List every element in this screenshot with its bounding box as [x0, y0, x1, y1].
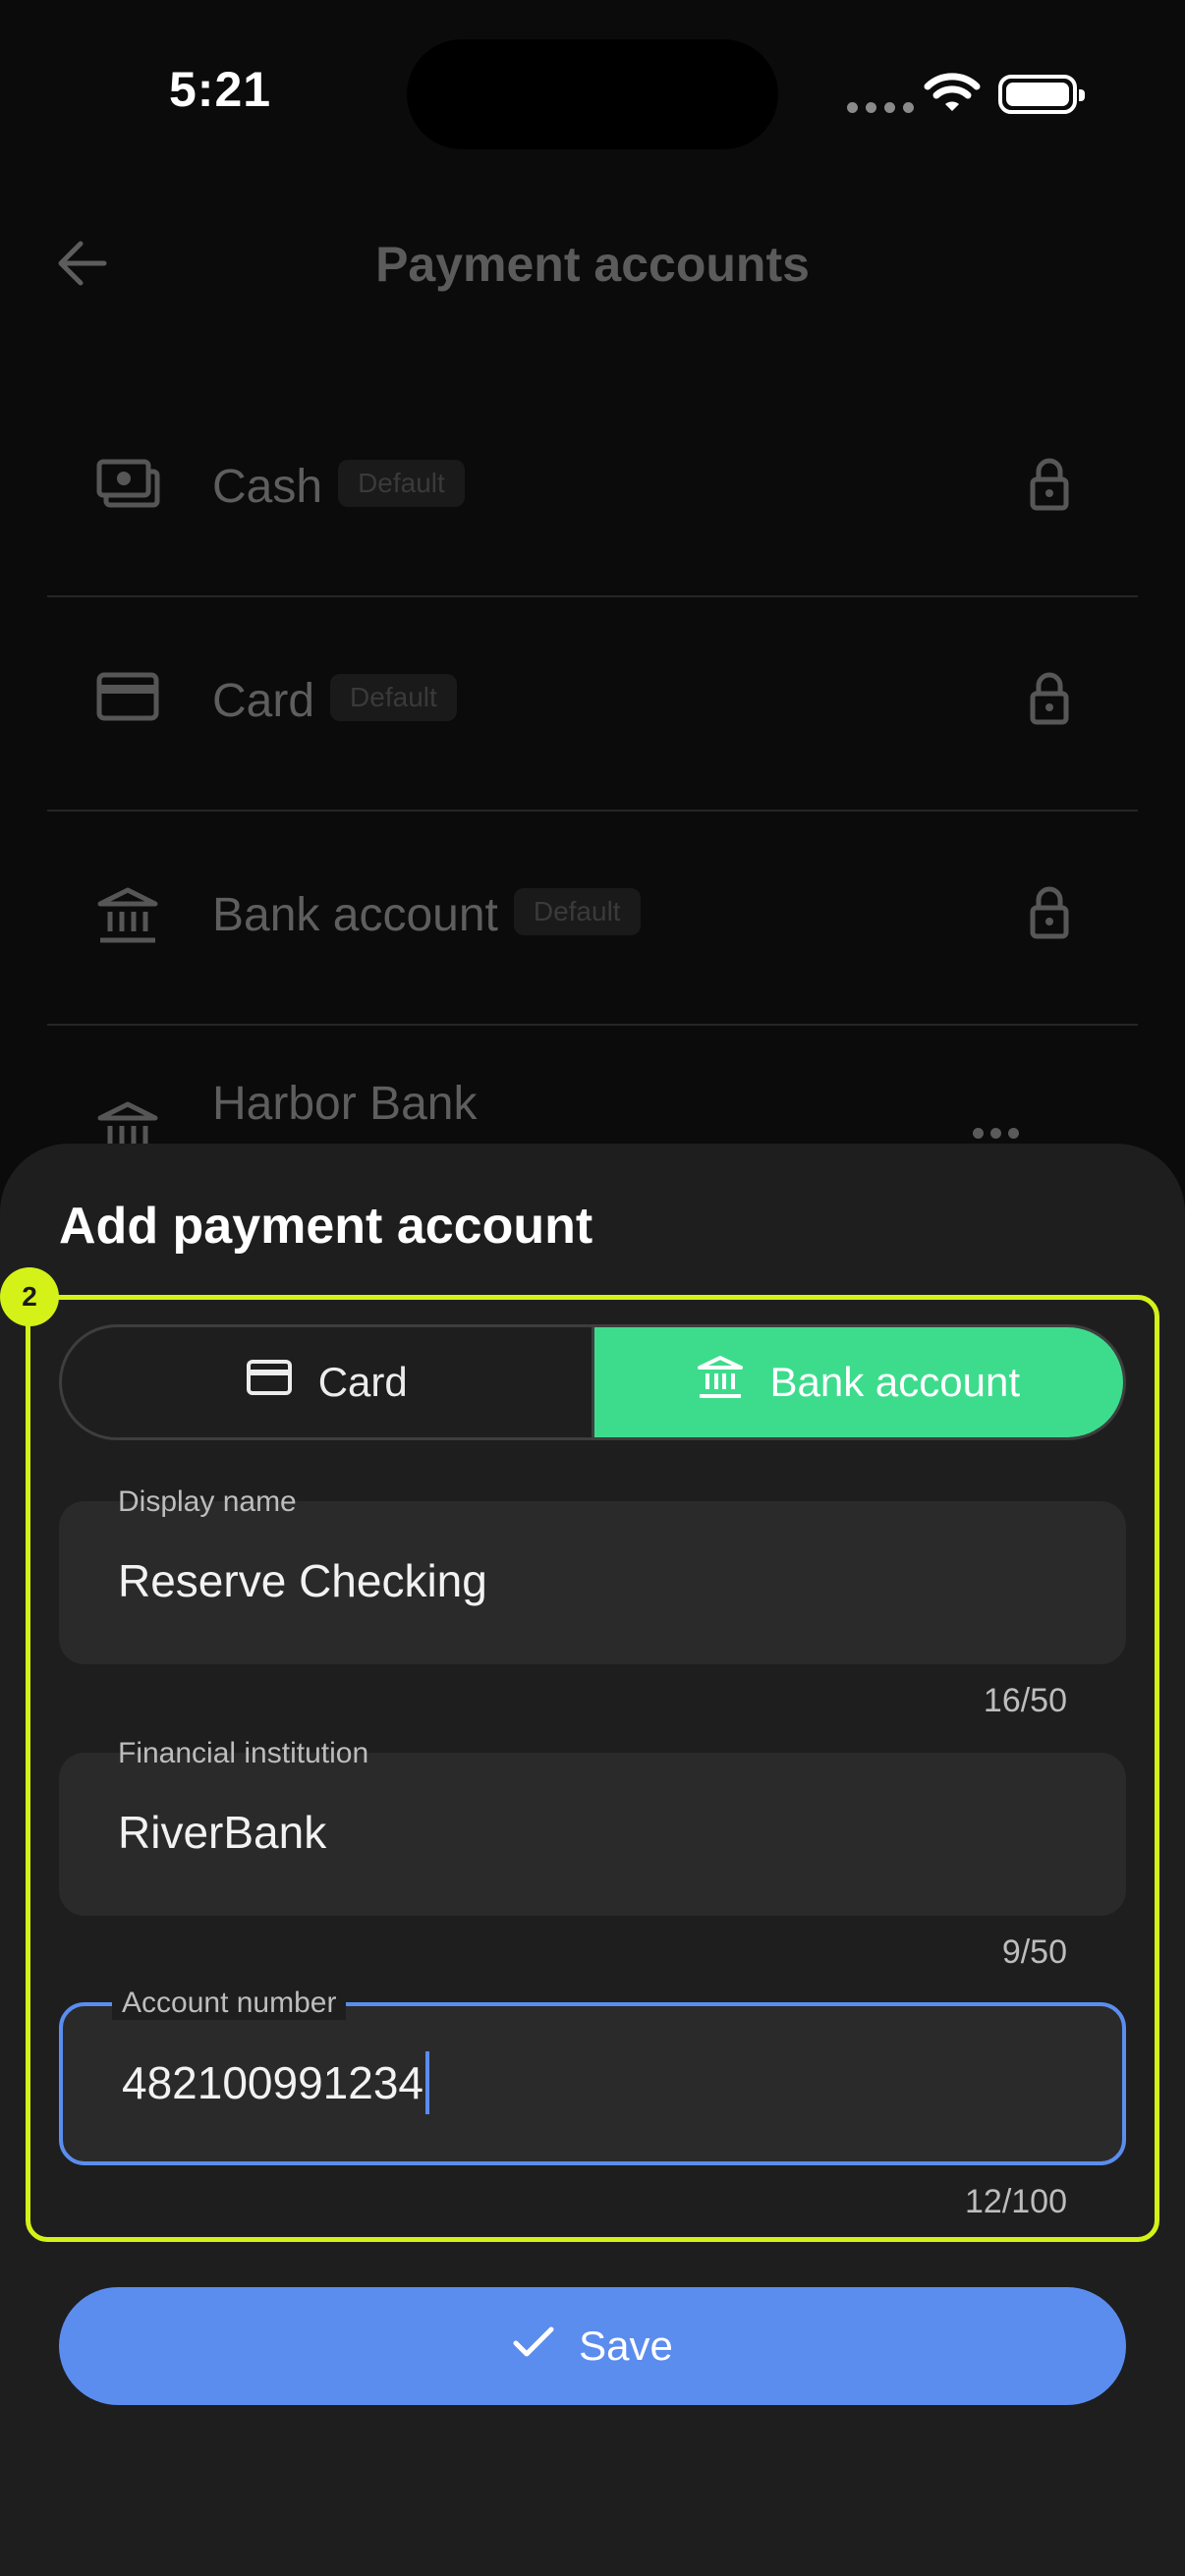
display-name-label: Display name	[118, 1485, 297, 1518]
lock-icon	[1030, 886, 1069, 944]
account-number-label: Account number	[112, 1987, 347, 2020]
display-name-counter: 16/50	[983, 1682, 1067, 1719]
background-page: Payment accounts Cash Default Card Defau…	[0, 0, 1185, 1277]
account-label: Bank account	[212, 889, 498, 941]
account-label: Harbor Bank	[212, 1078, 478, 1130]
check-icon	[512, 2323, 555, 2370]
sheet-title: Add payment account	[59, 1198, 593, 1255]
default-badge: Default	[330, 674, 457, 722]
card-icon	[96, 672, 159, 726]
tab-bank-account-label: Bank account	[769, 1359, 1020, 1405]
card-icon	[246, 1359, 293, 1406]
page-title: Payment accounts	[375, 237, 810, 292]
institution-value: RiverBank	[118, 1807, 327, 1858]
institution-field[interactable]: Financial institution RiverBank	[59, 1737, 1126, 1916]
tab-card-label: Card	[317, 1359, 408, 1405]
save-button[interactable]: Save	[59, 2287, 1126, 2405]
tab-bank-account[interactable]: Bank account	[593, 1327, 1123, 1437]
tab-card[interactable]: Card	[62, 1327, 594, 1437]
highlight-index-badge: 2	[0, 1267, 59, 1326]
default-badge: Default	[338, 460, 465, 508]
default-badge: Default	[513, 888, 641, 936]
account-number-value: 482100991234	[122, 2057, 423, 2109]
cash-icon	[96, 458, 161, 514]
text-caret	[425, 2051, 429, 2114]
institution-label: Financial institution	[118, 1737, 369, 1769]
lock-icon	[1030, 672, 1069, 730]
save-label: Save	[579, 2323, 673, 2369]
bank-icon	[96, 886, 159, 950]
account-number-field[interactable]: Account number 482100991234	[59, 1987, 1126, 2165]
account-row-card[interactable]: Card Default	[47, 597, 1138, 812]
institution-counter: 9/50	[1001, 1933, 1067, 1971]
lock-icon	[1030, 458, 1069, 516]
display-name-field[interactable]: Display name Reserve Checking	[59, 1485, 1126, 1664]
display-name-value: Reserve Checking	[118, 1555, 487, 1606]
account-row-bank[interactable]: Bank account Default	[47, 812, 1138, 1026]
account-number-counter: 12/100	[965, 2183, 1067, 2220]
account-type-toggle: Card Bank account	[59, 1324, 1126, 1440]
more-options-icon[interactable]	[973, 1128, 1019, 1139]
account-label: Cash	[212, 461, 323, 513]
account-row-cash[interactable]: Cash Default	[47, 383, 1138, 597]
account-label: Card	[212, 675, 315, 727]
bank-icon	[697, 1355, 744, 1410]
